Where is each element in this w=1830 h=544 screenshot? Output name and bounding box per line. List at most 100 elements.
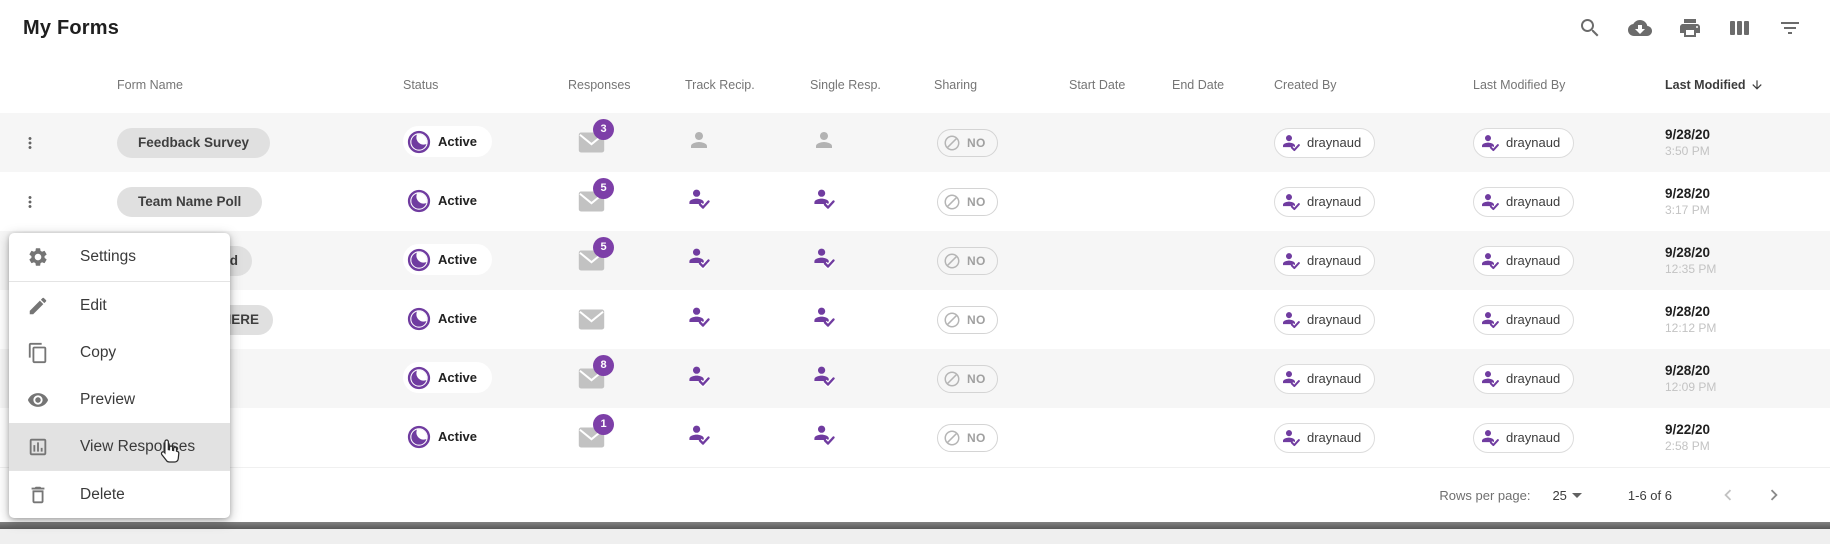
responses-button[interactable] <box>578 309 605 335</box>
rows-per-page-select[interactable]: 25 <box>1552 488 1581 503</box>
single-response-toggle[interactable] <box>812 423 836 447</box>
menu-item-delete[interactable]: Delete <box>9 471 230 518</box>
single-response-toggle[interactable] <box>812 305 836 329</box>
column-header-last-modified[interactable]: Last Modified <box>1660 78 1830 92</box>
table-header-row: Form Name Status Responses Track Recip. … <box>0 56 1830 113</box>
user-check-icon <box>1480 428 1500 448</box>
single-response-toggle[interactable] <box>812 246 836 270</box>
track-recipients-toggle[interactable] <box>687 246 711 270</box>
column-header-end-date[interactable]: End Date <box>1172 78 1272 92</box>
page-title: My Forms <box>23 17 119 40</box>
column-header-last-modified-by[interactable]: Last Modified By <box>1467 78 1660 92</box>
status-active-icon <box>407 307 431 331</box>
menu-item-copy[interactable]: Copy <box>9 329 230 376</box>
responses-button[interactable]: 3 <box>578 132 605 158</box>
track-recipients-on-icon <box>687 364 711 388</box>
my-forms-page: My Forms Form Name Status Responses Trac… <box>0 0 1830 544</box>
trash-icon <box>27 484 49 506</box>
responses-count-badge: 1 <box>593 414 614 435</box>
last-modified-by-chip: draynaud <box>1473 246 1574 276</box>
sharing-badge[interactable]: NO <box>937 365 998 393</box>
column-header-form-name[interactable]: Form Name <box>113 78 403 92</box>
menu-item-edit[interactable]: Edit <box>9 282 230 329</box>
last-modified-time: 3:50 PM <box>1665 143 1830 159</box>
menu-item-preview[interactable]: Preview <box>9 376 230 423</box>
previous-page-button[interactable] <box>1714 481 1742 509</box>
single-response-on-icon <box>812 423 836 447</box>
menu-item-view-responses[interactable]: View Responses <box>9 423 230 470</box>
column-header-responses[interactable]: Responses <box>560 78 683 92</box>
created-by-chip: draynaud <box>1274 305 1375 335</box>
track-recipients-toggle[interactable] <box>687 128 711 152</box>
next-page-button[interactable] <box>1760 481 1788 509</box>
block-icon <box>943 370 961 388</box>
track-recipients-on-icon <box>687 187 711 211</box>
user-check-icon <box>1480 192 1500 212</box>
row-menu-button[interactable] <box>18 131 42 155</box>
form-name-chip[interactable]: Feedback Survey <box>117 128 270 158</box>
responses-count-badge: 8 <box>593 355 614 376</box>
track-recipients-toggle[interactable] <box>687 423 711 447</box>
status-badge[interactable]: Active <box>403 303 492 334</box>
track-recipients-toggle[interactable] <box>687 305 711 329</box>
pagination-range: 1-6 of 6 <box>1628 488 1672 503</box>
created-by-chip: draynaud <box>1274 364 1375 394</box>
column-header-status[interactable]: Status <box>403 78 560 92</box>
menu-item-settings[interactable]: Settings <box>9 233 230 281</box>
single-response-toggle[interactable] <box>812 128 836 152</box>
created-by-chip: draynaud <box>1274 128 1375 158</box>
print-icon <box>1678 16 1702 40</box>
column-header-single-resp[interactable]: Single Resp. <box>808 78 930 92</box>
table-row: HERE Active NO <box>0 290 1830 349</box>
single-response-on-icon <box>812 246 836 270</box>
row-context-menu: SettingsEditCopyPreviewView ResponsesDel… <box>9 233 230 518</box>
status-badge[interactable]: Active <box>403 362 492 393</box>
single-response-off-icon <box>812 128 836 152</box>
track-recipients-toggle[interactable] <box>687 187 711 211</box>
user-check-icon <box>1480 251 1500 271</box>
sharing-badge[interactable]: NO <box>937 306 998 334</box>
form-name-chip[interactable]: Team Name Poll <box>117 187 262 217</box>
status-active-icon <box>407 130 431 154</box>
single-response-toggle[interactable] <box>812 187 836 211</box>
status-active-icon <box>407 189 431 213</box>
responses-button[interactable]: 5 <box>578 191 605 217</box>
responses-button[interactable]: 5 <box>578 250 605 276</box>
track-recipients-toggle[interactable] <box>687 364 711 388</box>
column-header-track-recip[interactable]: Track Recip. <box>683 78 808 92</box>
filter-list-button[interactable] <box>1776 14 1804 42</box>
table-row: Team Name Poll Active 5 NO <box>0 172 1830 231</box>
search-button[interactable] <box>1576 14 1604 42</box>
view-columns-button[interactable] <box>1726 14 1754 42</box>
bottom-strip <box>0 529 1830 544</box>
row-menu-button[interactable] <box>18 190 42 214</box>
single-response-toggle[interactable] <box>812 364 836 388</box>
print-button[interactable] <box>1676 14 1704 42</box>
sharing-badge[interactable]: NO <box>937 129 998 157</box>
created-by-chip: draynaud <box>1274 246 1375 276</box>
column-header-start-date[interactable]: Start Date <box>1069 78 1172 92</box>
sharing-badge[interactable]: NO <box>937 424 998 452</box>
column-header-created-by[interactable]: Created By <box>1272 78 1467 92</box>
copy-icon <box>27 342 49 364</box>
status-badge[interactable]: Active <box>403 126 492 157</box>
table-body: Feedback Survey Active 3 NO <box>0 113 1830 467</box>
responses-button[interactable]: 8 <box>578 368 605 394</box>
status-badge[interactable]: Active <box>403 244 492 275</box>
pencil-icon <box>27 295 49 317</box>
sharing-badge[interactable]: NO <box>937 188 998 216</box>
status-badge[interactable]: Active <box>403 185 492 216</box>
responses-button[interactable]: 1 <box>578 427 605 453</box>
last-modified-date: 9/28/20 <box>1665 303 1830 320</box>
pagination-bar: Rows per page: 25 1-6 of 6 <box>0 467 1830 522</box>
last-modified-time: 12:35 PM <box>1665 261 1830 277</box>
sharing-badge[interactable]: NO <box>937 247 998 275</box>
status-badge[interactable]: Active <box>403 421 492 452</box>
cloud-download-button[interactable] <box>1626 14 1654 42</box>
envelope-icon <box>578 309 605 330</box>
track-recipients-on-icon <box>687 246 711 270</box>
status-active-icon <box>407 366 431 390</box>
created-by-chip: draynaud <box>1274 423 1375 453</box>
table-row: Feedback Survey Active 3 NO <box>0 113 1830 172</box>
column-header-sharing[interactable]: Sharing <box>930 78 1069 92</box>
